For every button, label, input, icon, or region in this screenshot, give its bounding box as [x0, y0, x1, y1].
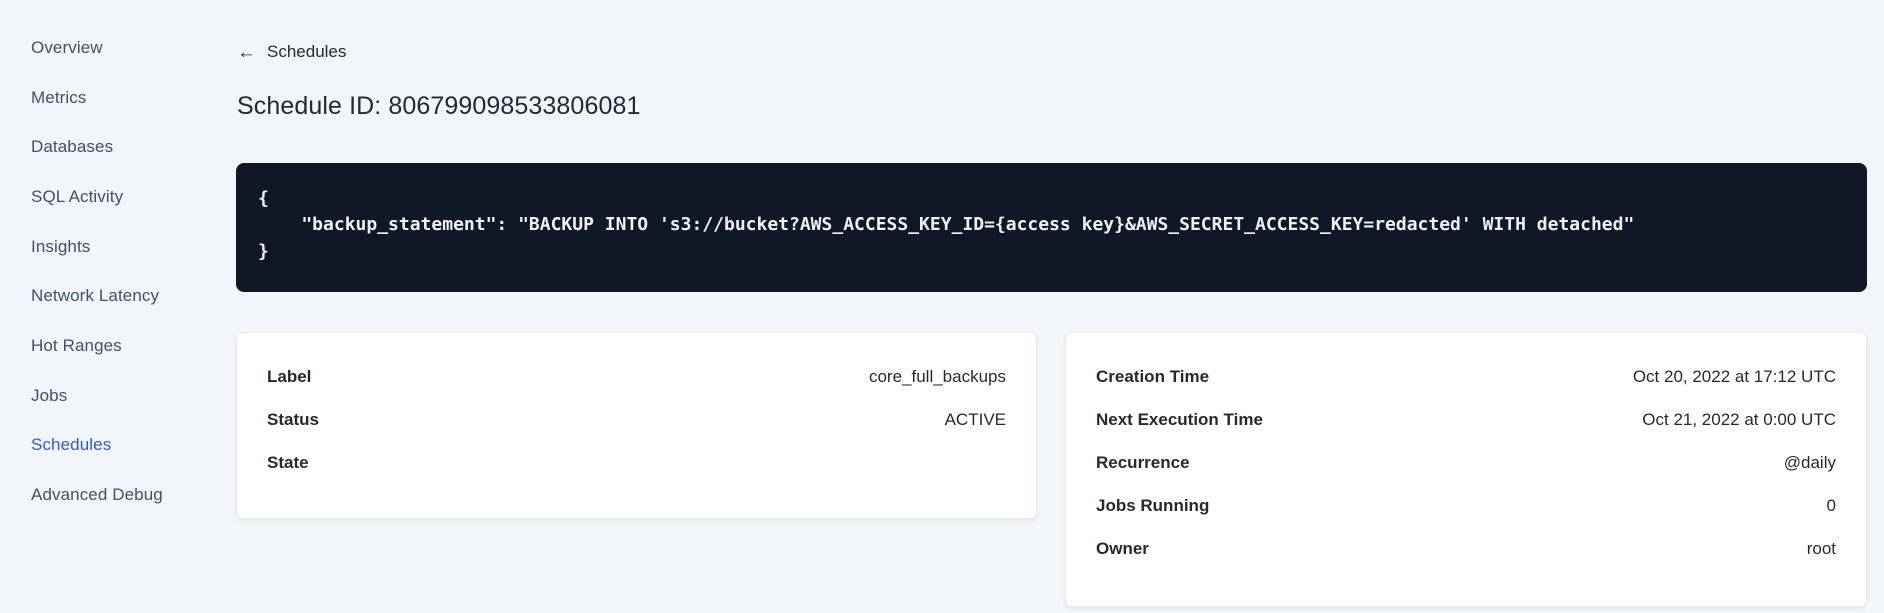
row-value: ACTIVE: [944, 409, 1006, 429]
sidebar-item-list: Overview Metrics Databases SQL Activity …: [31, 23, 220, 520]
row-label: Next Execution Time: [1096, 409, 1263, 429]
sidebar-item-schedules[interactable]: Schedules: [31, 421, 220, 471]
backup-statement-code-block: { "backup_statement": "BACKUP INTO 's3:/…: [236, 163, 1867, 292]
detail-row-creation-time: Creation Time Oct 20, 2022 at 17:12 UTC: [1096, 355, 1836, 398]
page-title: Schedule ID: 806799098533806081: [237, 92, 641, 120]
sidebar-nav: Overview Metrics Databases SQL Activity …: [0, 0, 220, 613]
detail-row-status: Status ACTIVE: [267, 398, 1006, 441]
sidebar-item-sql-activity[interactable]: SQL Activity: [31, 172, 220, 222]
code-line: }: [258, 240, 269, 262]
row-value: 0: [1826, 495, 1836, 515]
row-value: @daily: [1783, 452, 1836, 472]
schedule-details-card: Label core_full_backups Status ACTIVE St…: [236, 332, 1037, 519]
code-line: {: [258, 188, 269, 209]
sidebar-item-advanced-debug[interactable]: Advanced Debug: [31, 470, 220, 520]
sidebar-item-insights[interactable]: Insights: [31, 222, 220, 272]
detail-row-recurrence: Recurrence @daily: [1096, 441, 1836, 484]
sidebar-item-network-latency[interactable]: Network Latency: [31, 271, 220, 321]
sidebar-item-databases[interactable]: Databases: [31, 122, 220, 172]
row-value: Oct 20, 2022 at 17:12 UTC: [1632, 366, 1836, 386]
sidebar-item-jobs[interactable]: Jobs: [31, 371, 220, 421]
detail-row-next-execution-time: Next Execution Time Oct 21, 2022 at 0:00…: [1096, 398, 1836, 441]
row-label: Creation Time: [1096, 366, 1210, 386]
row-value: Oct 21, 2022 at 0:00 UTC: [1642, 409, 1836, 429]
row-label: Label: [267, 366, 312, 386]
detail-row-label: Label core_full_backups: [267, 355, 1006, 398]
back-arrow-icon: ←: [237, 41, 256, 63]
row-label: Jobs Running: [1096, 495, 1210, 515]
sidebar-item-overview[interactable]: Overview: [31, 23, 220, 73]
schedule-timing-card: Creation Time Oct 20, 2022 at 17:12 UTC …: [1065, 332, 1867, 607]
detail-row-state: State: [267, 441, 1006, 484]
detail-row-owner: Owner root: [1096, 527, 1836, 570]
row-value: core_full_backups: [868, 366, 1006, 386]
row-value: root: [1806, 538, 1836, 558]
row-label: Owner: [1096, 538, 1149, 558]
row-label: Recurrence: [1096, 452, 1190, 472]
back-link-label: Schedules: [267, 42, 347, 61]
back-to-schedules-link[interactable]: ← Schedules: [237, 42, 346, 62]
row-label: Status: [267, 409, 319, 429]
code-line: "backup_statement": "BACKUP INTO 's3://b…: [258, 214, 1635, 236]
row-label: State: [267, 452, 309, 472]
sidebar-item-hot-ranges[interactable]: Hot Ranges: [31, 321, 220, 371]
sidebar-item-metrics[interactable]: Metrics: [31, 73, 220, 123]
detail-row-jobs-running: Jobs Running 0: [1096, 484, 1836, 527]
